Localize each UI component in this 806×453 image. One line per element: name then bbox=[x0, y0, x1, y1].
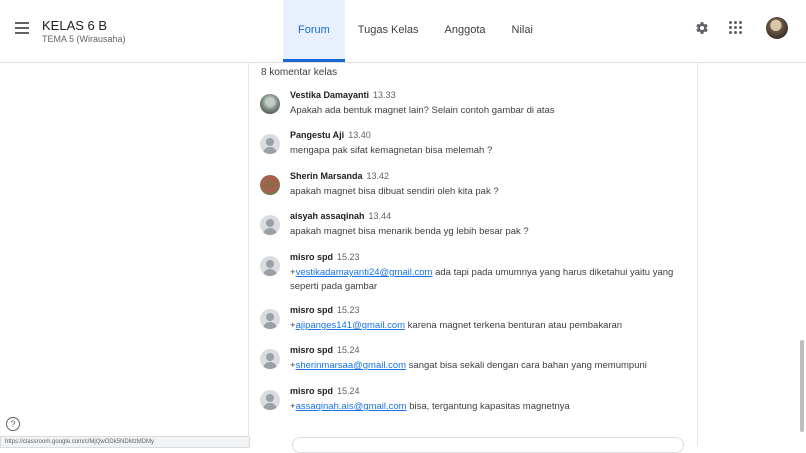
comment-author: Pangestu Aji bbox=[290, 130, 345, 140]
comment-author: misro spd bbox=[290, 305, 334, 315]
comment-time: 15.23 bbox=[337, 305, 360, 315]
comment-text: +assaqinah.ais@gmail.com bisa, tergantun… bbox=[290, 401, 570, 412]
mention-link[interactable]: assaqinah.ais@gmail.com bbox=[296, 401, 407, 412]
commenter-avatar bbox=[260, 134, 280, 154]
class-title[interactable]: KELAS 6 B bbox=[42, 18, 107, 33]
commenter-avatar bbox=[260, 309, 280, 329]
comment-text: Apakah ada bentuk magnet lain? Selain co… bbox=[290, 105, 555, 116]
comment-time: 15.23 bbox=[337, 252, 360, 262]
commenter-avatar bbox=[260, 349, 280, 369]
tab-nilai[interactable]: Nilai bbox=[499, 0, 546, 62]
comment-body: karena magnet terkena benturan atau pemb… bbox=[405, 320, 623, 331]
add-comment-input[interactable] bbox=[292, 437, 684, 453]
menu-icon[interactable] bbox=[15, 22, 29, 34]
comment-time: 15.24 bbox=[337, 386, 360, 396]
commenter-avatar bbox=[260, 390, 280, 410]
comment-text: mengapa pak sifat kemagnetan bisa melema… bbox=[290, 145, 493, 156]
left-divider bbox=[248, 62, 249, 446]
comment-time: 13.40 bbox=[348, 130, 371, 140]
class-subtitle: TEMA 5 (Wirausaha) bbox=[42, 34, 126, 44]
comment-text: apakah magnet bisa dibuat sendiri oleh k… bbox=[290, 186, 499, 197]
mention-link[interactable]: ajipanges141@gmail.com bbox=[296, 320, 405, 331]
comment-author: misro spd bbox=[290, 345, 334, 355]
comment-time: 13.33 bbox=[373, 90, 396, 100]
right-divider bbox=[697, 62, 698, 446]
commenter-avatar bbox=[260, 175, 280, 195]
comment-author: misro spd bbox=[290, 252, 334, 262]
settings-icon[interactable] bbox=[695, 21, 709, 35]
comment-time: 15.24 bbox=[337, 345, 360, 355]
scrollbar-thumb[interactable] bbox=[800, 340, 804, 432]
comment-text: apakah magnet bisa menarik benda yg lebi… bbox=[290, 226, 529, 237]
status-bar-url: https://classroom.google.com/c/MjQwODk5N… bbox=[0, 436, 250, 448]
tab-tugas-kelas[interactable]: Tugas Kelas bbox=[345, 0, 432, 62]
comment-author: Vestika Damayanti bbox=[290, 90, 370, 100]
apps-grid-icon[interactable] bbox=[729, 21, 742, 34]
comment-text: +vestikadamayanti24@gmail.com ada tapi p… bbox=[290, 267, 674, 292]
comment-time: 13.44 bbox=[368, 211, 392, 221]
mention-link[interactable]: vestikadamayanti24@gmail.com bbox=[296, 267, 433, 278]
comment-text: +ajipanges141@gmail.com karena magnet te… bbox=[290, 320, 623, 331]
comment-author: Sherin Marsanda bbox=[290, 171, 363, 181]
tab-forum[interactable]: Forum bbox=[283, 0, 345, 62]
commenter-avatar bbox=[260, 215, 280, 235]
comment-author: misro spd bbox=[290, 386, 334, 396]
comment-time: 13.42 bbox=[366, 171, 390, 181]
comment-body: bisa, tergantung kapasitas magnetnya bbox=[406, 401, 570, 412]
commenter-avatar bbox=[260, 256, 280, 276]
comment-author: aisyah assaqinah bbox=[290, 211, 365, 221]
help-icon[interactable]: ? bbox=[6, 417, 20, 431]
commenter-avatar bbox=[260, 94, 280, 114]
comments-count: 8 komentar kelas bbox=[261, 67, 338, 78]
comment-text: +sherinmarsaa@gmail.com sangat bisa seka… bbox=[290, 360, 647, 371]
tab-anggota[interactable]: Anggota bbox=[432, 0, 499, 62]
top-app-bar: KELAS 6 B TEMA 5 (Wirausaha) Forum Tugas… bbox=[0, 0, 806, 63]
tab-bar: Forum Tugas Kelas Anggota Nilai bbox=[283, 0, 546, 62]
user-avatar[interactable] bbox=[766, 17, 788, 39]
mention-link[interactable]: sherinmarsaa@gmail.com bbox=[296, 360, 406, 371]
comment-body: sangat bisa sekali dengan cara bahan yan… bbox=[406, 360, 647, 371]
